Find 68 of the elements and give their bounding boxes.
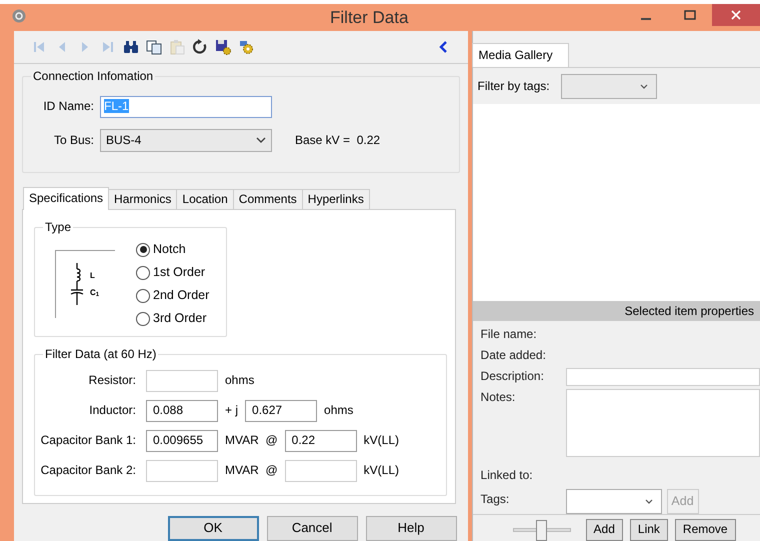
field-label: Inductor: (88, 403, 137, 418)
bus-dropdown[interactable]: BUS-4 (100, 128, 272, 152)
field-label: Capacitor Bank 1: (40, 433, 137, 448)
tags-dropdown[interactable] (566, 489, 662, 514)
dialog-button[interactable]: Cancel (266, 516, 358, 541)
radio-option[interactable]: 2nd Order (136, 286, 210, 305)
zoom-slider[interactable] (512, 518, 571, 540)
close-icon (731, 10, 741, 20)
group-title: Filter Data (at 60 Hz) (43, 346, 158, 362)
unit-label: MVAR @ (224, 463, 279, 478)
input-field[interactable]: 0.088 (146, 400, 218, 422)
unit-label: kV(LL) (362, 463, 400, 478)
gallery-button[interactable]: Remove (674, 518, 736, 540)
copy-icon[interactable] (146, 38, 162, 55)
input-field[interactable]: 0.009655 (146, 430, 218, 452)
field-label: Capacitor Bank 2: (40, 463, 137, 478)
radio-option[interactable]: Notch (136, 240, 210, 259)
tab[interactable]: Hyperlinks (302, 188, 370, 209)
property-label: Notes: (480, 389, 516, 405)
gallery-button[interactable]: Add (586, 518, 623, 540)
input-field[interactable]: 0.22 (284, 430, 357, 452)
close-button[interactable] (712, 4, 760, 26)
input-field[interactable]: 0.627 (245, 400, 318, 422)
property-label: Linked to: (480, 467, 534, 483)
field-label: ID Name: (42, 99, 95, 114)
window-title: Filter Data (330, 7, 408, 29)
collapse-icon[interactable] (438, 40, 448, 54)
dialog-button[interactable]: OK (168, 516, 259, 541)
input-field[interactable] (146, 370, 218, 392)
field-label: Resistor: (88, 373, 137, 388)
binoculars-icon[interactable] (123, 38, 139, 55)
input-field[interactable] (146, 460, 218, 482)
tab[interactable]: Media Gallery (472, 43, 569, 67)
refresh-icon[interactable] (192, 38, 208, 55)
chevron-down-icon (640, 84, 648, 88)
maximize-icon (684, 10, 696, 20)
properties-header: Selected item properties (472, 301, 760, 321)
property-label: Description: (480, 368, 545, 384)
minimize-icon (641, 18, 651, 20)
slider-thumb[interactable] (536, 520, 547, 540)
settings-icon[interactable] (238, 38, 254, 55)
chevron-down-icon (644, 499, 653, 504)
unit-label: ohms (224, 373, 256, 388)
field-label: To Bus: (52, 132, 95, 148)
capacitor-label: C$_{1}$ (90, 288, 100, 298)
unit-label: + j (224, 403, 240, 418)
base-kv-text: Base kV = 0.22 (295, 132, 380, 148)
unit-label: ohms (323, 403, 354, 418)
input-field[interactable] (284, 460, 357, 482)
property-label: File name: (480, 326, 538, 342)
radio-option[interactable]: 1st Order (136, 264, 210, 282)
tab[interactable]: Specifications (23, 186, 110, 210)
unit-label: MVAR @ (224, 433, 279, 448)
notes-field[interactable] (566, 389, 760, 457)
unit-label: kV(LL) (362, 433, 400, 448)
property-label: Tags: (480, 491, 510, 507)
tag-filter-dropdown[interactable] (560, 74, 657, 98)
property-label: Date added: (480, 347, 547, 363)
inductor-label: L (90, 270, 95, 281)
field-label: Filter by tags: (478, 78, 550, 94)
group-title: Type (43, 220, 74, 235)
chevron-down-icon (256, 137, 266, 144)
radio-option[interactable]: 3rd Order (136, 310, 210, 328)
floppy-gear-icon[interactable] (215, 38, 231, 55)
dialog-button[interactable]: Help (366, 516, 457, 541)
app-icon (12, 9, 26, 23)
gallery-button[interactable]: Link (630, 518, 668, 540)
description-field[interactable] (566, 368, 760, 386)
